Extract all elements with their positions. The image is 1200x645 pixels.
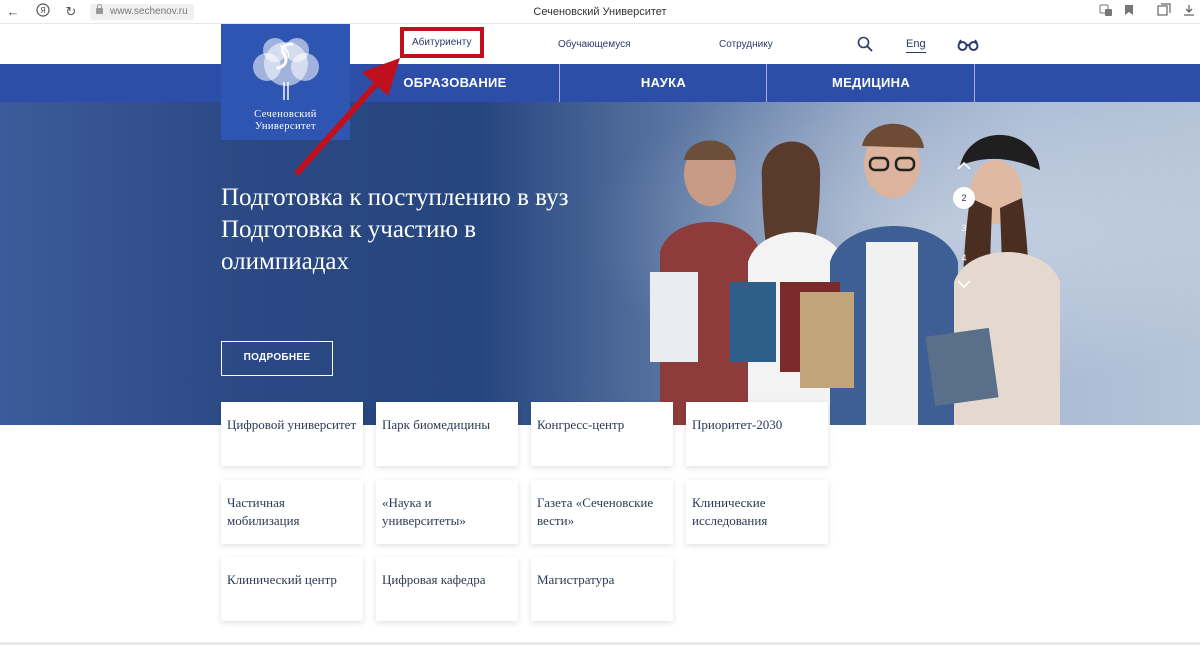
address-bar[interactable]: www.sechenov.ru — [90, 4, 194, 20]
slide-3[interactable]: 3 — [953, 217, 975, 239]
back-arrow-icon[interactable]: ← — [4, 3, 22, 21]
students-photo — [650, 123, 1060, 425]
slide-4[interactable]: 4 — [953, 247, 975, 269]
card-digital-department[interactable]: Цифровая кафедра — [376, 557, 518, 621]
hero-title-line-3: олимпиадах — [221, 248, 350, 275]
card-priority-2030[interactable]: Приоритет-2030 — [686, 402, 828, 466]
nav-science[interactable]: НАУКА — [560, 64, 767, 102]
hero-title-line-1: Подготовка к поступлению в вуз — [221, 184, 569, 211]
card-clinical-center[interactable]: Клинический центр — [221, 557, 363, 621]
reload-icon[interactable]: ↻ — [62, 3, 80, 21]
site-top-bar: Абитуриенту Обучающемуся Сотруднику Eng — [0, 24, 1200, 64]
collections-icon[interactable] — [1155, 3, 1173, 21]
download-icon[interactable] — [1180, 3, 1198, 21]
hero-title-line-2: Подготовка к участию в — [221, 216, 477, 243]
browser-toolbar: ← Я ↻ www.sechenov.ru Сеченовский Универ… — [0, 0, 1200, 24]
chevron-down-icon[interactable] — [955, 278, 973, 290]
glasses-icon[interactable] — [957, 38, 979, 51]
link-applicant[interactable]: Абитуриенту — [400, 27, 484, 58]
card-masters[interactable]: Магистратура — [531, 557, 673, 621]
more-button[interactable]: ПОДРОБНЕЕ — [221, 341, 333, 376]
lock-icon — [96, 4, 103, 14]
nav-divider — [974, 64, 975, 102]
slide-2[interactable]: 2 — [953, 187, 975, 209]
yandex-icon[interactable]: Я — [34, 3, 52, 21]
svg-text:Я: Я — [40, 6, 46, 15]
card-biomedicine-park[interactable]: Парк биомедицины — [376, 402, 518, 466]
hero-banner: Подготовка к поступлению в вуз Подготовк… — [0, 102, 1200, 425]
link-employee[interactable]: Сотруднику — [719, 39, 773, 50]
annotation-arrow-icon — [295, 58, 400, 175]
search-icon[interactable] — [857, 36, 873, 52]
bookmark-icon[interactable] — [1120, 3, 1138, 21]
card-digital-university[interactable]: Цифровой университет — [221, 402, 363, 466]
card-newspaper[interactable]: Газета «Сеченовские вести» — [531, 480, 673, 544]
url-text: www.sechenov.ru — [110, 6, 188, 17]
language-switch[interactable]: Eng — [906, 38, 926, 53]
translate-icon[interactable] — [1097, 3, 1115, 21]
chevron-up-icon[interactable] — [955, 160, 973, 172]
card-partial-mobilization[interactable]: Частичная мобилизация — [221, 480, 363, 544]
main-navigation: ОБРАЗОВАНИЕ НАУКА МЕДИЦИНА — [0, 64, 1200, 102]
link-student[interactable]: Обучающемуся — [558, 39, 631, 50]
hero-title: Подготовка к поступлению в вуз Подготовк… — [221, 182, 681, 278]
card-clinical-research[interactable]: Клинические исследования — [686, 480, 828, 544]
card-congress-center[interactable]: Конгресс-центр — [531, 402, 673, 466]
card-science-universities[interactable]: «Наука и университеты» — [376, 480, 518, 544]
nav-medicine[interactable]: МЕДИЦИНА — [767, 64, 975, 102]
